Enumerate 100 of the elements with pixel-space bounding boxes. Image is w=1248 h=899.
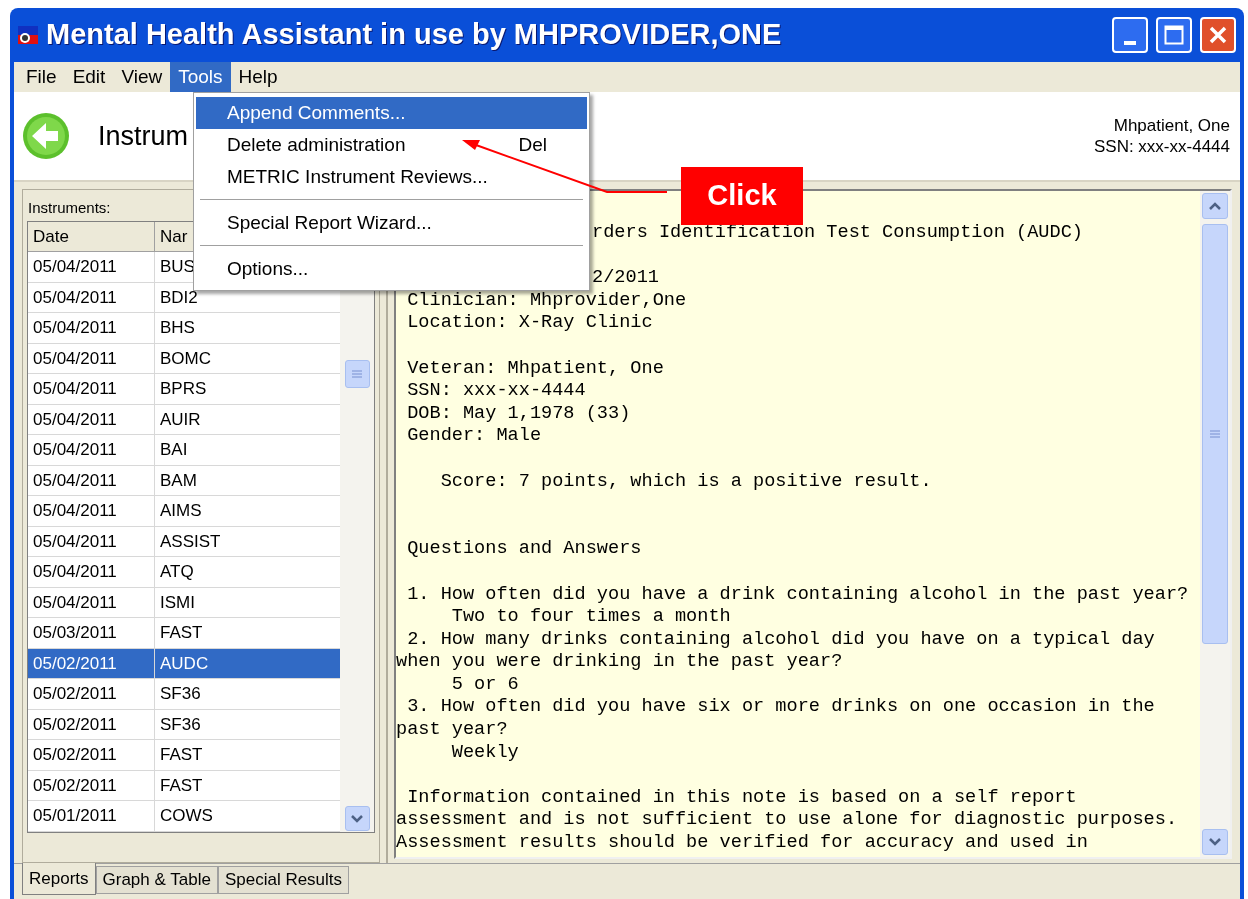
name-cell-text: AIMS <box>159 500 203 522</box>
tab[interactable]: Special Results <box>217 866 350 894</box>
report-line: Weekly <box>450 741 520 765</box>
report-line: Veteran: Mhpatient, One <box>406 357 665 381</box>
report-line: Assessment results should be verified for accuracy and used in <box>396 832 1089 855</box>
report-line: 2. How many drinks containing alcohol did you have on a typical day <box>406 628 1156 652</box>
menu-item[interactable]: Append Comments... <box>196 97 587 129</box>
patient-name: Mhpatient, One <box>1113 115 1230 136</box>
table-row[interactable]: 05/04/2011 BOMC <box>28 343 340 374</box>
window-title: Mental Health Assistant in use by MHPROVIDER,ONE <box>46 17 782 53</box>
report-line: past year? <box>396 719 509 742</box>
name-cell-text: ATQ <box>159 561 195 583</box>
table-row[interactable]: 05/04/2011 BAM <box>28 465 340 496</box>
chevron-down-icon <box>1209 838 1221 846</box>
menu-item[interactable]: Delete administration Del <box>196 129 587 161</box>
menu-item[interactable]: File <box>18 62 65 92</box>
table-row[interactable]: 05/03/2011 FAST <box>28 618 340 649</box>
report-line: Clinician: Mhprovider,One <box>406 289 688 313</box>
date-cell: 05/02/2011 <box>28 679 155 709</box>
date-cell: 05/04/2011 <box>28 282 155 312</box>
date-cell: 05/02/2011 <box>28 770 155 800</box>
table-row[interactable]: 05/04/2011 BHS <box>28 313 340 344</box>
report-line: 1. How often did you have a drink containing alcohol in the past year? <box>406 583 1190 607</box>
table-row[interactable]: 05/02/2011 FAST <box>28 740 340 771</box>
table-row[interactable]: 05/04/2011 AIMS <box>28 496 340 527</box>
table-row[interactable]: 05/04/2011 ISMI <box>28 587 340 618</box>
grip-icon <box>352 370 362 378</box>
date-cell: 05/03/2011 <box>28 618 155 648</box>
table-row[interactable]: 05/04/2011 BAI <box>28 435 340 466</box>
chevron-down-icon <box>351 814 363 823</box>
menu-item[interactable]: Help <box>230 62 286 92</box>
table-row[interactable]: 05/04/2011 BPRS <box>28 374 340 405</box>
report-line: Information contained in this note is based on a self report <box>406 786 1078 810</box>
menu-label: Delete administration <box>227 132 407 157</box>
table-row[interactable]: 05/04/2011 AUIR <box>28 404 340 435</box>
table-row[interactable]: 05/01/2011 COWS <box>28 801 340 832</box>
menu-item[interactable]: View <box>113 62 171 92</box>
date-cell: 05/04/2011 <box>28 435 155 465</box>
scrollbar[interactable] <box>1200 191 1230 857</box>
chevron-up-icon <box>1209 202 1221 210</box>
date-cell: 05/02/2011 <box>28 648 155 678</box>
menu-item[interactable]: Tools <box>170 62 231 92</box>
page-title: Instrum <box>98 119 189 153</box>
maximize-button[interactable] <box>1156 17 1192 53</box>
table-row[interactable]: 05/02/2011 SF36 <box>28 679 340 710</box>
column-header[interactable]: Nar <box>155 222 193 251</box>
menu-item[interactable]: METRIC Instrument Reviews... <box>196 161 587 193</box>
report-line: Gender: Male <box>406 425 543 448</box>
report-line: Two to four times a month <box>450 606 732 629</box>
name-cell-text: ASSIST <box>159 530 222 553</box>
minimize-icon <box>1124 41 1136 45</box>
scroll-thumb[interactable] <box>344 360 370 388</box>
date-cell: 05/04/2011 <box>28 404 155 434</box>
name-cell-text: FAST <box>159 774 204 797</box>
name-cell-text: BPRS <box>159 378 208 400</box>
scroll-down-button[interactable] <box>344 806 370 831</box>
report-line: 5 or 6 <box>450 673 520 697</box>
grip-icon <box>1210 430 1220 438</box>
tab[interactable]: Graph & Table <box>95 866 218 894</box>
table-row[interactable]: 05/04/2011 ATQ <box>28 557 340 588</box>
name-cell-text: AUDC <box>159 652 210 675</box>
name-cell-text: FAST <box>159 744 204 766</box>
name-cell-text: BAI <box>159 439 189 461</box>
name-cell-text: FAST <box>159 622 204 644</box>
app-icon <box>18 26 38 44</box>
report-line: SSN: xxx-xx-4444 <box>406 380 587 403</box>
patient-ssn: SSN: xxx-xx-4444 <box>1093 136 1230 157</box>
name-cell-text: BUS <box>159 256 196 278</box>
table-row[interactable]: 05/02/2011 SF36 <box>28 709 340 740</box>
scroll-down-button[interactable] <box>1202 829 1228 855</box>
report-line: 2/2011 <box>591 267 660 290</box>
date-cell: 05/01/2011 <box>28 801 155 831</box>
report-line: Score: 7 points, which is a positive result. <box>439 470 933 494</box>
date-cell: 05/04/2011 <box>28 465 155 495</box>
group-label: Instruments: <box>27 198 112 218</box>
name-cell-text: BOMC <box>159 347 212 370</box>
date-cell: 05/04/2011 <box>28 587 155 617</box>
minimize-button[interactable] <box>1112 17 1148 53</box>
menu-item[interactable]: Edit <box>64 62 114 92</box>
date-cell: 05/02/2011 <box>28 740 155 770</box>
report-line: Questions and Answers <box>406 538 643 561</box>
name-cell-text: BDI2 <box>159 286 199 309</box>
report-line: when you were drinking in the past year? <box>396 651 844 674</box>
table-row[interactable]: 05/02/2011 FAST <box>28 770 340 801</box>
close-button[interactable] <box>1200 17 1236 53</box>
close-icon <box>1208 25 1228 45</box>
report-line: DOB: May 1,1978 (33) <box>406 402 632 426</box>
report-line: 3. How often did you have six or more drinks on one occasion in the <box>406 696 1156 720</box>
date-cell: 05/04/2011 <box>28 252 155 282</box>
date-cell: 05/04/2011 <box>28 496 155 526</box>
column-header[interactable]: Date <box>28 222 155 251</box>
scroll-up-button[interactable] <box>1202 193 1228 219</box>
name-cell-text: COWS <box>159 805 214 827</box>
menu-item[interactable]: Special Report Wizard... <box>196 207 587 239</box>
tab[interactable]: Reports <box>22 863 96 895</box>
table-row[interactable]: 05/02/2011 AUDC <box>28 648 340 679</box>
date-cell: 05/04/2011 <box>28 343 155 373</box>
table-row[interactable]: 05/04/2011 ASSIST <box>28 526 340 557</box>
report-line: Location: X-Ray Clinic <box>406 312 654 335</box>
scroll-thumb[interactable] <box>1202 224 1228 644</box>
